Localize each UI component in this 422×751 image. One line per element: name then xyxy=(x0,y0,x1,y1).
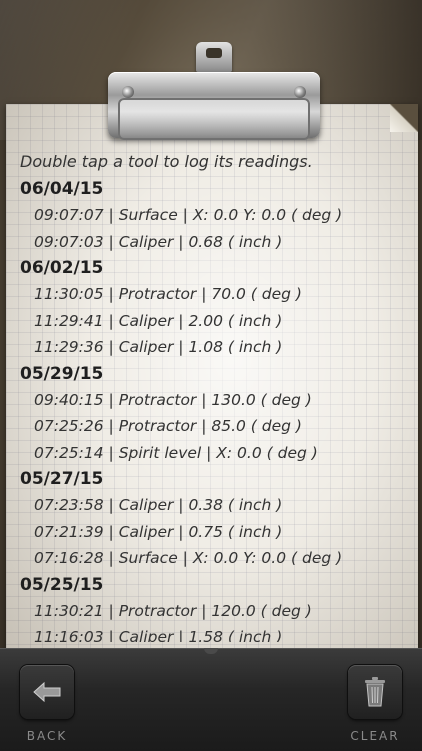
clip-plate xyxy=(108,72,320,140)
toolbar-notch xyxy=(204,648,218,654)
clear-label: CLEAR xyxy=(350,729,400,743)
log-entry: 07:16:28 | Surface | X: 0.0 Y: 0.0 ( deg… xyxy=(34,549,343,567)
log-entry: 11:29:41 | Caliper | 2.00 ( inch ) xyxy=(34,311,283,330)
log-date-group: 05/25/15 11:30:21 | Protractor | 120.0 ( … xyxy=(20,572,410,643)
log-date-group: 05/29/15 09:40:15 | Protractor | 130.0 ( … xyxy=(20,361,410,467)
log-entry: 11:30:05 | Protractor | 70.0 ( deg ) xyxy=(34,285,302,303)
log-entry: 09:07:03 | Caliper | 0.68 ( inch ) xyxy=(34,232,283,251)
rivet-icon xyxy=(294,86,306,98)
bottom-toolbar: BACK CLEAR xyxy=(0,648,422,751)
log-date-header: 06/04/15 xyxy=(20,179,104,199)
clip-ring xyxy=(196,42,232,72)
log-entry: 11:16:03 | Caliper | 1.58 ( inch ) xyxy=(34,628,283,642)
log-date-header: 05/29/15 xyxy=(20,363,104,384)
arrow-left-icon xyxy=(33,681,61,703)
trash-icon xyxy=(365,677,385,707)
log-groups: 06/04/15 09:07:07 | Surface | X: 0.0 Y: 0… xyxy=(20,176,410,642)
log-list[interactable]: Double tap a tool to log its readings. 0… xyxy=(20,148,410,642)
log-date-group: 05/27/15 07:23:58 | Caliper | 0.38 ( inch… xyxy=(20,466,410,572)
back-button[interactable] xyxy=(20,665,74,719)
log-date-group: 06/02/15 11:30:05 | Protractor | 70.0 ( d… xyxy=(20,255,410,361)
log-entry: 09:40:15 | Protractor | 130.0 ( deg ) xyxy=(34,390,312,409)
log-entry: 11:30:21 | Protractor | 120.0 ( deg ) xyxy=(34,601,312,620)
log-entry: 07:23:58 | Caliper | 0.38 ( inch ) xyxy=(34,496,283,514)
log-entry: 07:25:26 | Protractor | 85.0 ( deg ) xyxy=(34,417,302,435)
clip-window xyxy=(118,98,310,140)
log-entry: 11:29:36 | Caliper | 1.08 ( inch ) xyxy=(34,338,283,356)
clear-button[interactable] xyxy=(348,665,402,719)
log-entry: 09:07:07 | Surface | X: 0.0 Y: 0.0 ( deg… xyxy=(34,206,343,224)
log-date-group: 06/04/15 09:07:07 | Surface | X: 0.0 Y: 0… xyxy=(20,176,410,255)
log-date-header: 05/25/15 xyxy=(20,574,104,595)
clipboard-clip xyxy=(108,42,320,140)
log-entry: 07:21:39 | Caliper | 0.75 ( inch ) xyxy=(34,522,283,541)
paper-corner-curl xyxy=(390,104,418,132)
log-date-header: 05/27/15 xyxy=(20,469,104,489)
back-label: BACK xyxy=(26,729,68,743)
instruction-text: Double tap a tool to log its readings. xyxy=(20,152,313,171)
log-entry: 07:25:14 | Spirit level | X: 0.0 ( deg ) xyxy=(34,443,318,462)
rivet-icon xyxy=(122,86,134,98)
log-date-header: 06/02/15 xyxy=(20,258,104,278)
